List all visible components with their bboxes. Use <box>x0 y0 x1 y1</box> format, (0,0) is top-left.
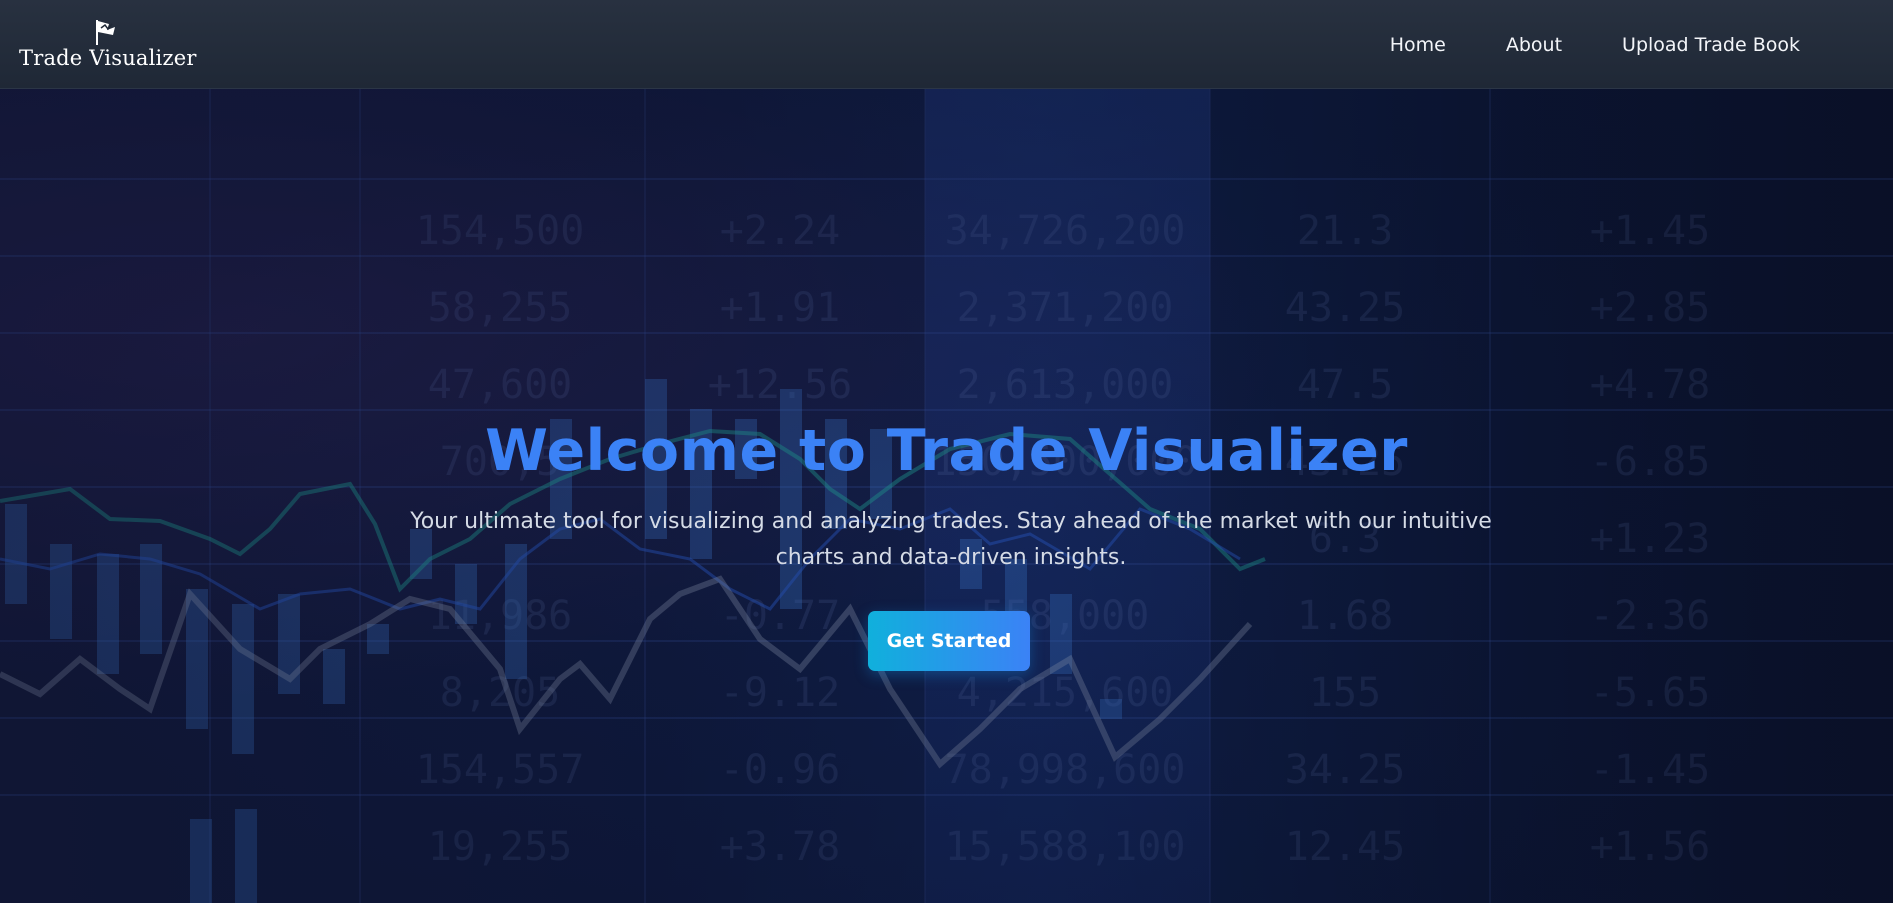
hero-content: Welcome to Trade Visualizer Your ultimat… <box>0 89 1893 903</box>
brand-logo[interactable]: Trade Visualizer <box>19 18 199 78</box>
hero-title: Welcome to Trade Visualizer <box>485 418 1408 484</box>
brand-name: Trade Visualizer <box>19 46 197 70</box>
hero-subtitle: Your ultimate tool for visualizing and a… <box>410 509 1492 570</box>
nav-link-home[interactable]: Home <box>1390 34 1446 56</box>
flag-chart-icon <box>96 20 115 45</box>
hero-section: 154,500+2.2434,726,20021.3+1.4558,255+1.… <box>0 89 1893 903</box>
nav-link-about[interactable]: About <box>1506 34 1562 56</box>
get-started-button[interactable]: Get Started <box>868 611 1030 671</box>
nav-link-upload-trade-book[interactable]: Upload Trade Book <box>1622 34 1800 56</box>
top-navbar: Trade Visualizer Home About Upload Trade… <box>0 0 1893 89</box>
main-nav: Home About Upload Trade Book <box>1330 0 1800 89</box>
